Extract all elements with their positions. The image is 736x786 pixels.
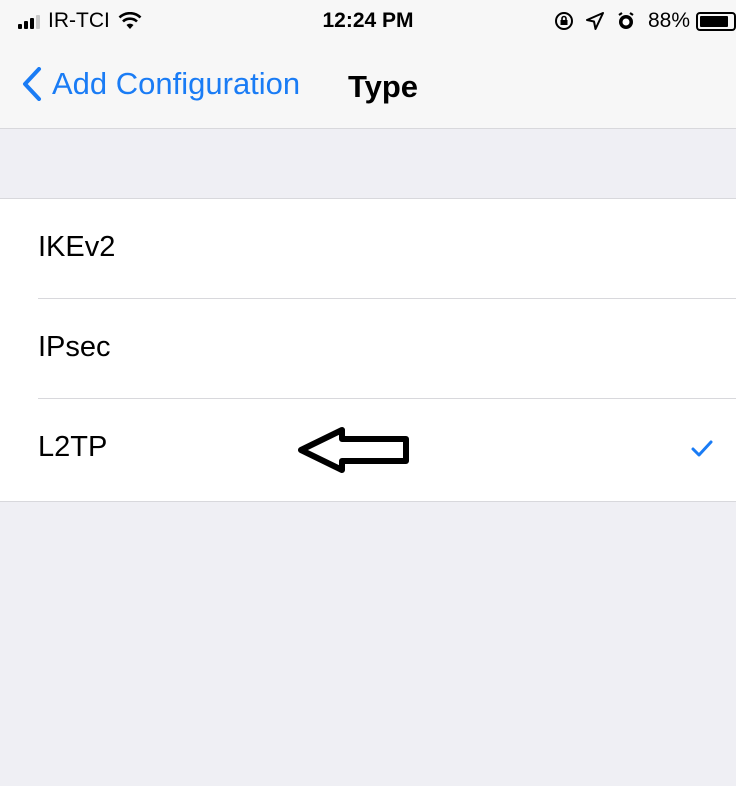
- status-right: 88%: [554, 9, 736, 33]
- battery-fill: [700, 15, 729, 27]
- list-item-label: L2TP: [38, 431, 108, 463]
- left-arrow-annotation: [298, 427, 409, 473]
- list-item-ipsec[interactable]: IPsec: [0, 299, 736, 399]
- alarm-icon: [616, 11, 636, 31]
- checkmark-icon: [691, 440, 713, 457]
- chevron-left-icon: [23, 67, 41, 101]
- list-item-ikev2[interactable]: IKEv2: [0, 199, 736, 299]
- orientation-lock-icon: [554, 11, 574, 31]
- back-button[interactable]: Add Configuration: [22, 66, 300, 102]
- page-title: Type: [348, 69, 419, 104]
- list-item-label: IKEv2: [38, 231, 116, 263]
- navigation-bar: Add Configuration Type: [0, 46, 736, 129]
- back-label: Add Configuration: [52, 66, 301, 101]
- battery-icon: [696, 11, 736, 31]
- status-bar: IR-TCI 12:24 PM 88%: [0, 0, 736, 46]
- list-item-label: IPsec: [38, 331, 111, 363]
- battery-percent: 88%: [647, 9, 690, 32]
- location-icon: [585, 12, 604, 30]
